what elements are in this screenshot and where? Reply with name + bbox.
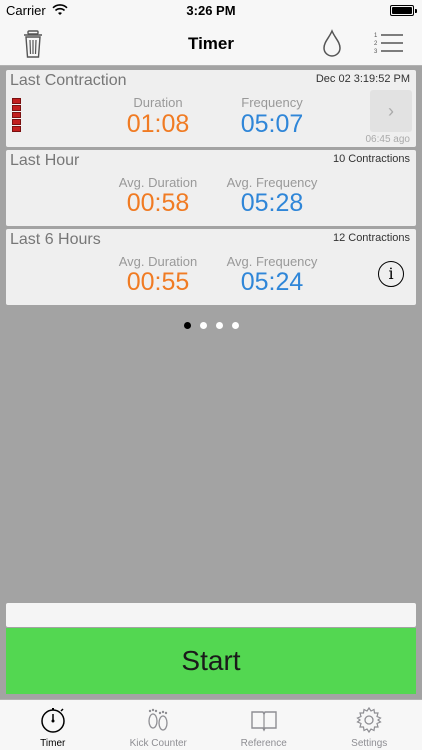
chevron-right-icon: ›: [388, 100, 394, 121]
contraction-count: 10 Contractions: [332, 153, 410, 165]
tab-label: Settings: [351, 738, 388, 749]
duration-label: Duration: [133, 95, 183, 110]
last-6-hours-card: Last 6 Hours 12 Contractions Avg. Durati…: [6, 229, 416, 305]
start-button[interactable]: Start: [6, 628, 416, 694]
tab-kick-counter[interactable]: Kick Counter: [106, 700, 212, 750]
card-title: Last Contraction: [10, 72, 127, 89]
avg-duration-value: 00:55: [126, 268, 190, 296]
avg-frequency-label: Avg. Frequency: [226, 254, 318, 269]
frequency-value: 05:07: [240, 110, 304, 138]
footprints-icon: [148, 708, 168, 731]
page-dot-4[interactable]: [231, 322, 239, 329]
card-title: Last 6 Hours: [10, 231, 101, 248]
svg-text:3: 3: [374, 49, 378, 55]
page-dot-3[interactable]: [215, 322, 223, 329]
battery-icon: [390, 5, 417, 16]
info-icon[interactable]: i: [378, 261, 404, 287]
contraction-count: 12 Contractions: [332, 232, 410, 244]
tab-label: Reference: [240, 738, 287, 749]
last-contraction-card: Last Contraction Dec 02 3:19:52 PM Durat…: [6, 70, 416, 147]
tab-reference[interactable]: Reference: [211, 700, 317, 750]
clock: 3:26 PM: [186, 3, 236, 18]
avg-duration-label: Avg. Duration: [118, 175, 198, 190]
avg-frequency-value: 05:24: [240, 268, 304, 296]
tab-label: Timer: [40, 738, 66, 749]
gear-icon: [356, 706, 382, 734]
notes-field[interactable]: [6, 603, 416, 627]
page-indicator[interactable]: [0, 322, 422, 329]
svg-text:2: 2: [374, 41, 378, 47]
frequency-label: Frequency: [241, 95, 303, 110]
intensity-indicator: [12, 98, 21, 133]
numbered-list-icon[interactable]: 1 2 3: [374, 30, 404, 56]
tab-settings[interactable]: Settings: [317, 700, 422, 750]
avg-duration-label: Avg. Duration: [118, 254, 198, 269]
tab-timer[interactable]: Timer: [0, 700, 106, 750]
page-title: Timer: [188, 34, 234, 53]
avg-duration-value: 00:58: [126, 189, 190, 217]
details-button[interactable]: ›: [370, 90, 412, 132]
svg-text:1: 1: [374, 33, 378, 39]
tab-label: Kick Counter: [129, 738, 187, 749]
water-drop-icon[interactable]: [321, 28, 343, 58]
page-dot-2[interactable]: [199, 322, 207, 329]
contraction-timestamp: Dec 02 3:19:52 PM: [315, 73, 410, 85]
last-hour-card: Last Hour 10 Contractions Avg. Duration …: [6, 150, 416, 226]
book-icon: [251, 711, 277, 732]
avg-frequency-value: 05:28: [240, 189, 304, 217]
navigation-bar: Timer 1 2 3: [0, 22, 422, 66]
card-title: Last Hour: [10, 152, 80, 169]
tab-bar: Timer Kick Counter Reference Settings: [0, 699, 422, 750]
status-bar: Carrier 3:26 PM: [0, 0, 422, 22]
elapsed-time: 06:45 ago: [365, 134, 411, 145]
page-dot-1[interactable]: [183, 322, 191, 329]
avg-frequency-label: Avg. Frequency: [226, 175, 318, 190]
stopwatch-icon: [41, 708, 65, 733]
duration-value: 01:08: [126, 110, 190, 138]
